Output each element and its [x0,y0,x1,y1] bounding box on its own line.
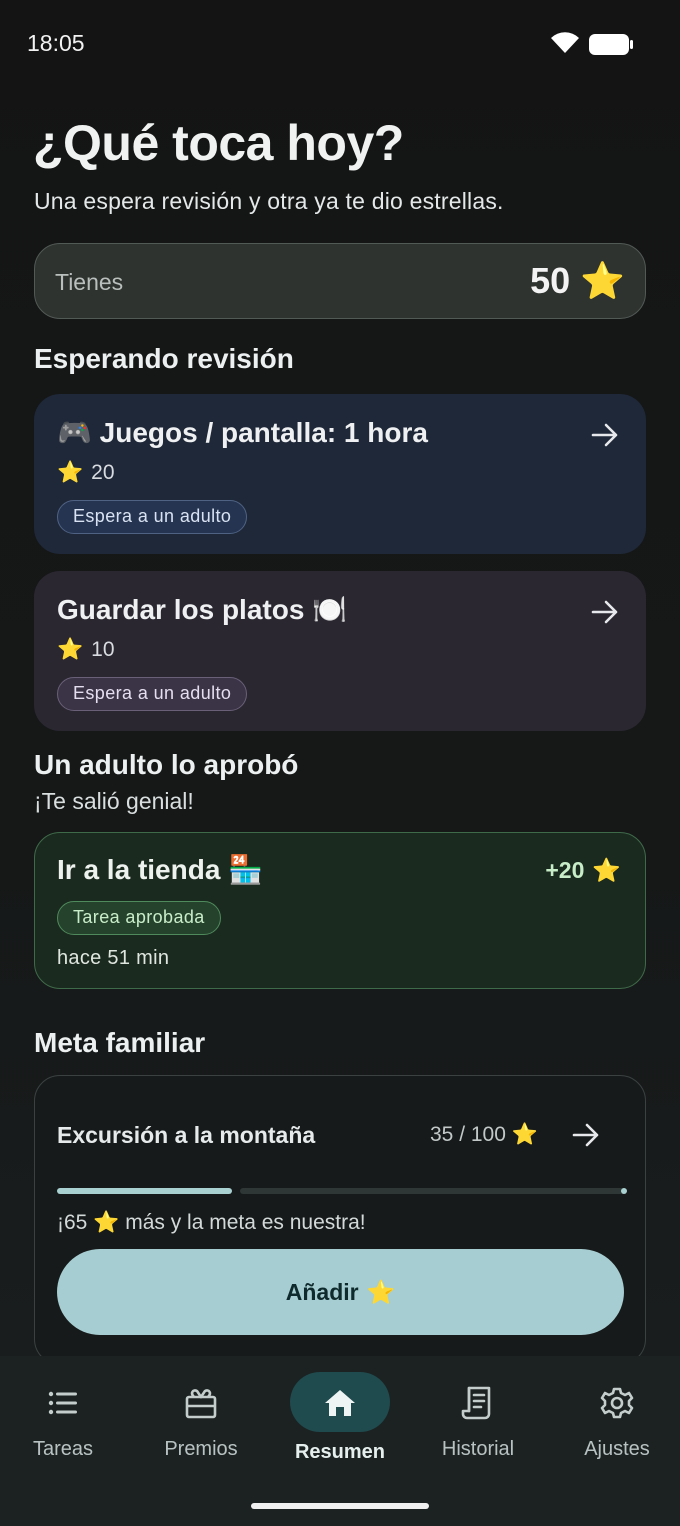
star-icon: ⭐ [93,1211,120,1234]
nav-item-premios[interactable]: Premios [136,1372,266,1472]
approved-section-subtitle: ¡Te salió genial! [34,788,194,814]
goal-message: ¡65 ⭐ más y la meta es nuestra! [57,1211,366,1235]
star-icon: ⭐ [592,857,621,883]
pending-section-title: Esperando revisión [34,343,294,374]
task-points-value: +20 [545,857,585,883]
nav-label: Resumen [294,1441,386,1463]
battery-icon [589,34,633,55]
gift-icon [185,1389,217,1419]
progress-fill [57,1188,232,1194]
balance-amount: 50 [530,260,571,301]
add-stars-button[interactable]: Añadir ⭐ [57,1249,624,1335]
star-icon: ⭐ [580,260,625,301]
approved-section-title: Un adulto lo aprobó [34,749,299,780]
nav-label: Ajustes [584,1438,650,1460]
goal-message-end: más y la meta es nuestra! [125,1211,366,1234]
pending-task-card[interactable]: 🎮 Juegos / pantalla: 1 hora ⭐ 20 Espera … [34,394,646,554]
task-title: 🎮 Juegos / pantalla: 1 hora [57,417,428,448]
nav-item-historial[interactable]: Historial [413,1372,543,1472]
star-balance-card: Tienes 50 ⭐ [34,243,646,319]
home-icon [325,1390,355,1416]
task-points: ⭐ 10 [57,638,115,662]
task-title: Ir a la tienda 🏪 [57,854,264,885]
balance-label: Tienes [55,269,124,295]
task-points: +20 ⭐ [545,857,621,884]
gear-icon [600,1387,634,1419]
task-points: ⭐ 20 [57,461,115,485]
goal-section-title: Meta familiar [34,1027,206,1058]
receipt-icon [461,1386,491,1420]
task-points-value: 20 [91,461,115,484]
nav-label: Historial [441,1438,515,1460]
arrow-right-icon[interactable] [590,420,620,450]
nav-label: Premios [164,1438,238,1460]
nav-item-resumen[interactable]: Resumen [275,1372,405,1472]
nav-label: Tareas [32,1438,94,1460]
nav-item-ajustes[interactable]: Ajustes [552,1372,680,1472]
progress-end-dot [621,1188,627,1194]
status-badge: Espera a un adulto [57,500,248,534]
star-icon: ⭐ [366,1278,396,1305]
list-icon [48,1391,77,1415]
goal-message-start: ¡65 [57,1211,88,1234]
goal-progress-value: 35 / 100 [430,1123,506,1146]
timestamp: hace 51 min [57,947,170,969]
bottom-navigation: Tareas Premios Resumen Historial Ajustes [0,1356,680,1526]
status-badge: Espera a un adulto [57,677,248,711]
goal-name: Excursión a la montaña [57,1122,316,1148]
arrow-right-icon[interactable] [590,597,620,627]
pending-task-card[interactable]: Guardar los platos 🍽️ ⭐ 10 Espera a un a… [34,571,646,731]
task-title: Guardar los platos 🍽️ [57,594,348,625]
progress-remaining [240,1188,625,1194]
approved-task-card[interactable]: Ir a la tienda 🏪 +20 ⭐ Tarea aprobada ha… [34,832,646,989]
nav-item-tareas[interactable]: Tareas [0,1372,128,1472]
task-points-value: 10 [91,638,115,661]
wifi-icon [551,32,579,53]
arrow-right-icon[interactable] [571,1120,601,1150]
page-subtitle: Una espera revisión y otra ya te dio est… [34,188,504,214]
star-icon: ⭐ [57,461,84,484]
page-title: ¿Qué toca hoy? [33,115,404,171]
status-badge: Tarea aprobada [57,901,221,935]
status-time: 18:05 [27,30,85,56]
star-icon: ⭐ [511,1123,539,1146]
balance-value: 50 ⭐ [530,260,625,302]
home-indicator [251,1503,429,1509]
star-icon: ⭐ [57,638,84,661]
status-bar: 18:05 [0,0,680,88]
add-button-label: Añadir [285,1278,359,1305]
goal-progress-bar [57,1187,627,1195]
family-goal-card: Excursión a la montaña 35 / 100 ⭐ ¡65 ⭐ … [34,1075,646,1365]
goal-progress-text: 35 / 100 ⭐ [430,1123,538,1147]
